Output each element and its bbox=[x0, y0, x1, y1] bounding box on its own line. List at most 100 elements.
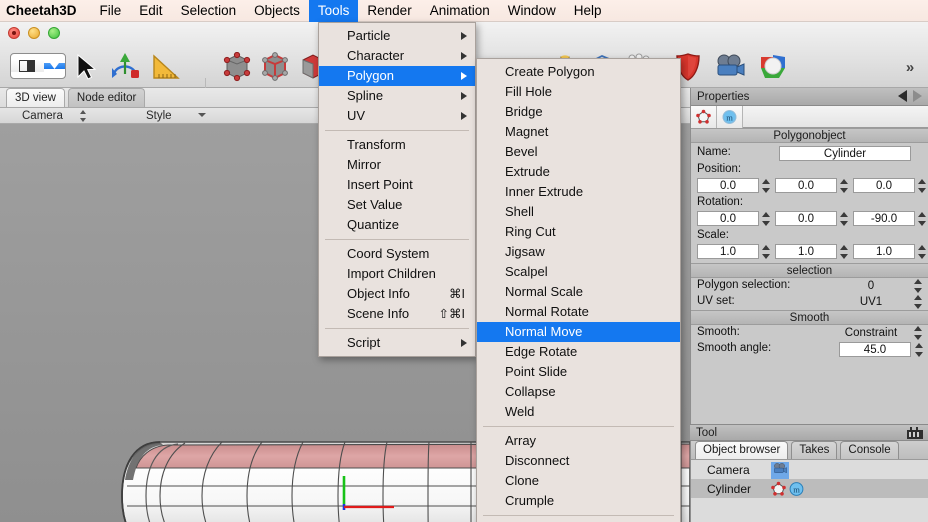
submenu-item-create-polygon[interactable]: Create Polygon bbox=[477, 62, 680, 82]
position-y-stepper[interactable] bbox=[839, 179, 848, 193]
submenu-item-scalpel[interactable]: Scalpel bbox=[477, 262, 680, 282]
camera-icon[interactable] bbox=[710, 48, 750, 86]
rotation-y-input[interactable]: 0.0 bbox=[775, 211, 837, 226]
menu-item-transform[interactable]: Transform bbox=[319, 135, 475, 155]
submenu-item-ring-cut[interactable]: Ring Cut bbox=[477, 222, 680, 242]
menu-objects[interactable]: Objects bbox=[245, 0, 309, 22]
tab-node-editor[interactable]: Node editor bbox=[67, 88, 146, 107]
menu-item-spline[interactable]: Spline bbox=[319, 86, 475, 106]
position-z-input[interactable]: 0.0 bbox=[853, 178, 915, 193]
submenu-item-disconnect[interactable]: Disconnect bbox=[477, 451, 680, 471]
menu-app-name[interactable]: Cheetah3D bbox=[0, 0, 91, 22]
layout-mode-selector[interactable] bbox=[10, 53, 66, 79]
smooth-angle-input[interactable]: 45.0 bbox=[839, 342, 911, 357]
smooth-value[interactable]: Constraint bbox=[831, 325, 911, 341]
submenu-item-point-slide[interactable]: Point Slide bbox=[477, 362, 680, 382]
scale-y-stepper[interactable] bbox=[839, 245, 848, 259]
smooth-stepper[interactable] bbox=[913, 326, 922, 340]
submenu-item-normal-move[interactable]: Normal Move bbox=[477, 322, 680, 342]
submenu-item-normal-rotate[interactable]: Normal Rotate bbox=[477, 302, 680, 322]
rotation-z-stepper[interactable] bbox=[917, 212, 926, 226]
menu-item-polygon[interactable]: Polygon bbox=[319, 66, 475, 86]
menu-edit[interactable]: Edit bbox=[130, 0, 171, 22]
scale-z-stepper[interactable] bbox=[917, 245, 926, 259]
forward-arrow-icon[interactable] bbox=[913, 90, 922, 102]
tab-object-browser[interactable]: Object browser bbox=[695, 441, 789, 459]
scale-x-input[interactable]: 1.0 bbox=[697, 244, 759, 259]
menu-item-coord-system[interactable]: Coord System bbox=[319, 244, 475, 264]
browser-row-cylinder[interactable]: Cylinder m bbox=[691, 479, 928, 498]
menu-tools[interactable]: Tools bbox=[308, 0, 359, 22]
submenu-item-bevel[interactable]: Bevel bbox=[477, 142, 680, 162]
position-y-input[interactable]: 0.0 bbox=[775, 178, 837, 193]
tab-console[interactable]: Console bbox=[840, 441, 899, 459]
polygon-submenu[interactable]: Create Polygon Fill Hole Bridge Magnet B… bbox=[476, 58, 681, 522]
move-axis-icon[interactable] bbox=[106, 48, 146, 86]
material-icon[interactable]: m bbox=[788, 481, 805, 500]
scale-y-input[interactable]: 1.0 bbox=[775, 244, 837, 259]
submenu-item-edge-rotate[interactable]: Edge Rotate bbox=[477, 342, 680, 362]
menu-item-scene-info[interactable]: Scene Info ⇧⌘I bbox=[319, 304, 475, 324]
submenu-item-inner-extrude[interactable]: Inner Extrude bbox=[477, 182, 680, 202]
menu-item-insert-point[interactable]: Insert Point bbox=[319, 175, 475, 195]
minimize-button[interactable] bbox=[28, 27, 40, 39]
menu-item-import-children[interactable]: Import Children bbox=[319, 264, 475, 284]
submenu-item-normal-scale[interactable]: Normal Scale bbox=[477, 282, 680, 302]
submenu-item-array[interactable]: Array bbox=[477, 431, 680, 451]
menu-item-quantize[interactable]: Quantize bbox=[319, 215, 475, 235]
submenu-item-bridge[interactable]: Bridge bbox=[477, 102, 680, 122]
rotation-x-input[interactable]: 0.0 bbox=[697, 211, 759, 226]
menu-item-particle[interactable]: Particle bbox=[319, 26, 475, 46]
submenu-item-crumple[interactable]: Crumple bbox=[477, 491, 680, 511]
rotation-z-input[interactable]: -90.0 bbox=[853, 211, 915, 226]
menu-item-uv[interactable]: UV bbox=[319, 106, 475, 126]
camera-icon[interactable] bbox=[771, 462, 789, 479]
select-arrow-icon[interactable] bbox=[66, 48, 106, 86]
layout-split-icon[interactable] bbox=[11, 60, 44, 72]
menu-item-character[interactable]: Character bbox=[319, 46, 475, 66]
browser-row-camera[interactable]: Camera bbox=[691, 460, 928, 479]
close-button[interactable] bbox=[8, 27, 20, 39]
submenu-item-shell[interactable]: Shell bbox=[477, 202, 680, 222]
polygon-selection-stepper[interactable] bbox=[913, 279, 922, 293]
chevron-down-icon[interactable] bbox=[43, 63, 65, 69]
point-mode-icon[interactable] bbox=[218, 48, 256, 86]
position-z-stepper[interactable] bbox=[917, 179, 926, 193]
edge-mode-icon[interactable] bbox=[256, 48, 294, 86]
menu-item-script[interactable]: Script bbox=[319, 333, 475, 353]
menu-item-object-info[interactable]: Object Info ⌘I bbox=[319, 284, 475, 304]
position-x-stepper[interactable] bbox=[761, 179, 770, 193]
tab-3d-view[interactable]: 3D view bbox=[6, 88, 65, 107]
menu-item-set-value[interactable]: Set Value bbox=[319, 195, 475, 215]
scale-z-input[interactable]: 1.0 bbox=[853, 244, 915, 259]
rotation-y-stepper[interactable] bbox=[839, 212, 848, 226]
ruler-icon[interactable] bbox=[146, 48, 186, 86]
tab-takes[interactable]: Takes bbox=[791, 441, 838, 459]
menu-selection[interactable]: Selection bbox=[172, 0, 246, 22]
menu-window[interactable]: Window bbox=[499, 0, 565, 22]
toolbar-overflow-button[interactable]: » bbox=[898, 48, 922, 86]
smooth-angle-stepper[interactable] bbox=[914, 343, 923, 357]
menu-file[interactable]: File bbox=[91, 0, 131, 22]
submenu-item-clone[interactable]: Clone bbox=[477, 471, 680, 491]
polygon-object-icon[interactable] bbox=[691, 105, 717, 128]
polygon-object-icon[interactable] bbox=[770, 481, 787, 500]
scale-x-stepper[interactable] bbox=[761, 245, 770, 259]
tools-dropdown-menu[interactable]: Particle Character Polygon Spline UV Tra… bbox=[318, 22, 476, 357]
zoom-button[interactable] bbox=[48, 27, 60, 39]
rotation-x-stepper[interactable] bbox=[761, 212, 770, 226]
submenu-item-collapse[interactable]: Collapse bbox=[477, 382, 680, 402]
submenu-item-fill-hole[interactable]: Fill Hole bbox=[477, 82, 680, 102]
menu-render[interactable]: Render bbox=[358, 0, 420, 22]
submenu-item-extrude[interactable]: Extrude bbox=[477, 162, 680, 182]
submenu-item-magnet[interactable]: Magnet bbox=[477, 122, 680, 142]
back-arrow-icon[interactable] bbox=[898, 90, 907, 102]
name-input[interactable]: Cylinder bbox=[779, 146, 911, 161]
menu-animation[interactable]: Animation bbox=[421, 0, 499, 22]
submenu-item-weld[interactable]: Weld bbox=[477, 402, 680, 422]
render-cube-icon[interactable] bbox=[752, 48, 794, 86]
camera-stepper[interactable] bbox=[79, 110, 86, 122]
material-icon[interactable]: m bbox=[717, 105, 743, 128]
style-chevron-down-icon[interactable] bbox=[198, 113, 206, 117]
position-x-input[interactable]: 0.0 bbox=[697, 178, 759, 193]
